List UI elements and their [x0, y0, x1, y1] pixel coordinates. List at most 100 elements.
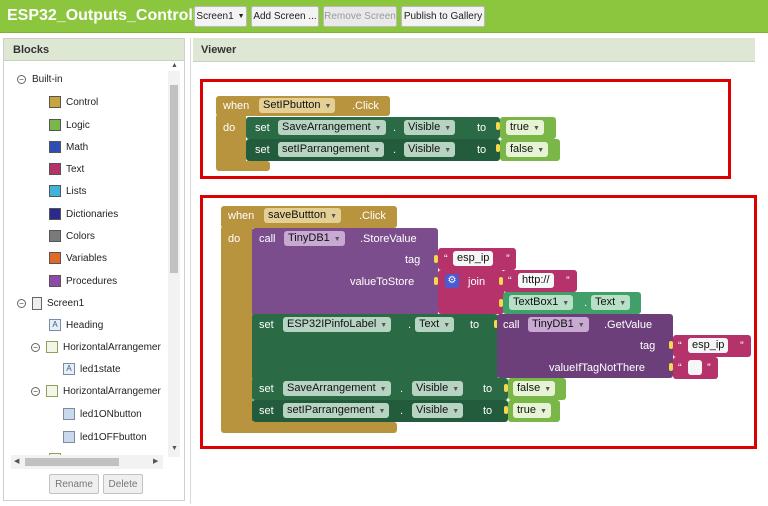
call-keyword: call — [259, 233, 276, 245]
chevron-down-icon: ▼ — [544, 386, 552, 393]
collapse-icon[interactable]: − — [31, 342, 40, 352]
tree-component-led1offbutton[interactable]: led1OFFbutton — [63, 428, 147, 446]
text-field-empty[interactable] — [688, 360, 702, 375]
blocks-vertical-scrollbar[interactable]: ▲ ▼ — [168, 62, 180, 457]
text-field-esp-ip[interactable]: esp_ip — [453, 251, 494, 266]
tree-item-procedures[interactable]: Procedures — [49, 272, 117, 290]
do-keyword: do — [223, 122, 236, 134]
collapse-icon[interactable]: − — [17, 74, 26, 84]
event-block-footer — [216, 161, 270, 171]
text-field-http[interactable]: http:// — [518, 273, 554, 288]
tree-component-heading[interactable]: A Heading — [49, 316, 103, 334]
component-dropdown-tinydb1[interactable]: TinyDB1 ▼ — [284, 231, 345, 246]
component-dropdown-savearrangement[interactable]: SaveArrangement ▼ — [278, 120, 386, 135]
lists-color-swatch — [49, 185, 61, 197]
chevron-down-icon: ▼ — [532, 125, 540, 132]
tree-item-label: Logic — [66, 119, 90, 131]
tree-item-label: Procedures — [66, 275, 118, 287]
call-keyword: call — [503, 319, 520, 331]
viewer-header: Viewer — [193, 38, 755, 62]
tree-item-variables[interactable]: Variables — [49, 249, 107, 267]
tree-component-label: HorizontalArrangemer — [63, 385, 161, 397]
value-if-tag-not-there-label: valueIfTagNotThere — [549, 362, 645, 374]
screen-select-dropdown[interactable]: Screen1 ▼ — [194, 6, 247, 27]
delete-button[interactable]: Delete — [103, 474, 143, 494]
vertical-scroll-thumb[interactable] — [170, 85, 178, 273]
boolean-dropdown-true[interactable]: true ▼ — [506, 120, 544, 135]
component-dropdown-savearrangement[interactable]: SaveArrangement ▼ — [283, 381, 391, 396]
blocks-horizontal-scrollbar[interactable]: ◀ ▶ — [11, 455, 163, 469]
set-keyword: set — [259, 383, 274, 395]
chevron-down-icon: ▼ — [452, 386, 460, 393]
arrangement-icon — [46, 385, 58, 397]
text-color-swatch — [49, 163, 61, 175]
scroll-up-icon[interactable]: ▲ — [171, 62, 178, 69]
scroll-down-icon[interactable]: ▼ — [171, 445, 178, 452]
colors-color-swatch — [49, 230, 61, 242]
component-dropdown-setiparrangement[interactable]: setIParrangement ▼ — [283, 403, 390, 418]
tree-screen1[interactable]: − Screen1 — [17, 294, 84, 312]
add-screen-button[interactable]: Add Screen ... — [251, 6, 319, 27]
set-keyword: set — [255, 122, 270, 134]
scroll-left-icon[interactable]: ◀ — [14, 457, 19, 465]
property-dropdown-visible[interactable]: Visible ▼ — [404, 120, 456, 135]
when-keyword: when — [228, 210, 255, 222]
event-name: .Click — [352, 100, 379, 112]
tree-component-led1state[interactable]: A led1state — [63, 360, 121, 378]
tree-item-label: Variables — [66, 252, 107, 264]
component-dropdown-esp32ipinfolabel[interactable]: ESP32IPinfoLabel ▼ — [283, 317, 392, 332]
tree-component-horizontal-arrangement-2[interactable]: − HorizontalArrangemer — [31, 382, 161, 400]
panel-divider[interactable] — [190, 38, 191, 504]
boolean-dropdown-false[interactable]: false ▼ — [506, 142, 549, 157]
chevron-down-icon: ▼ — [324, 103, 332, 110]
scroll-right-icon[interactable]: ▶ — [153, 457, 158, 465]
boolean-dropdown-true[interactable]: true ▼ — [513, 403, 551, 418]
tree-item-math[interactable]: Math — [49, 138, 88, 156]
component-dropdown-setipbutton[interactable]: SetIPbutton ▼ — [259, 98, 336, 113]
tag-socket-label: tag — [640, 340, 656, 352]
property-dropdown-text[interactable]: Text ▼ — [415, 317, 455, 332]
boolean-dropdown-false[interactable]: false ▼ — [513, 381, 556, 396]
remove-screen-button[interactable]: Remove Screen — [323, 6, 397, 27]
chevron-down-icon: ▼ — [378, 408, 386, 415]
rename-button[interactable]: Rename — [49, 474, 99, 494]
event-block-body — [221, 226, 253, 432]
label-icon: A — [63, 363, 75, 375]
tree-item-control[interactable]: Control — [49, 93, 98, 111]
dropdown-label: saveButtton — [268, 209, 327, 221]
tree-item-logic[interactable]: Logic — [49, 116, 90, 134]
property-dropdown-text[interactable]: Text ▼ — [591, 295, 631, 310]
blocks-tree: − Built-in Control Logic Math Text Lists… — [4, 62, 168, 458]
text-field-esp-ip[interactable]: esp_ip — [688, 338, 729, 353]
tree-builtin[interactable]: − Built-in — [17, 70, 63, 88]
component-dropdown-setiparrangement[interactable]: setIParrangement ▼ — [278, 142, 385, 157]
text-value: esp_ip — [457, 252, 490, 264]
property-dropdown-visible[interactable]: Visible ▼ — [412, 403, 464, 418]
dropdown-label: SaveArrangement — [282, 121, 371, 133]
tree-item-label: Dictionaries — [66, 208, 119, 220]
property-dropdown-visible[interactable]: Visible ▼ — [412, 381, 464, 396]
collapse-icon[interactable]: − — [31, 386, 40, 396]
horizontal-scroll-thumb[interactable] — [25, 458, 119, 466]
tree-component-label: led1state — [80, 363, 121, 375]
dropdown-label: SaveArrangement — [287, 382, 376, 394]
chevron-down-icon: ▼ — [373, 147, 381, 154]
gear-icon[interactable]: ⚙ — [445, 274, 459, 288]
chevron-down-icon: ▼ — [539, 408, 547, 415]
component-dropdown-savebutton[interactable]: saveButtton ▼ — [264, 208, 342, 223]
chevron-down-icon: ▼ — [562, 300, 570, 307]
publish-to-gallery-button[interactable]: Publish to Gallery — [401, 6, 485, 27]
tag-socket-label: tag — [405, 254, 421, 266]
tree-item-label: Colors — [66, 230, 95, 242]
tree-component-led1onbutton[interactable]: led1ONbutton — [63, 405, 142, 423]
tree-item-lists[interactable]: Lists — [49, 182, 87, 200]
tree-item-colors[interactable]: Colors — [49, 227, 95, 245]
component-dropdown-tinydb1[interactable]: TinyDB1 ▼ — [528, 317, 589, 332]
component-dropdown-textbox1[interactable]: TextBox1 ▼ — [509, 295, 574, 310]
collapse-icon[interactable]: − — [17, 298, 26, 308]
tree-item-dictionaries[interactable]: Dictionaries — [49, 205, 118, 223]
property-dropdown-visible[interactable]: Visible ▼ — [404, 142, 456, 157]
text-value: http:// — [522, 274, 550, 286]
tree-item-text[interactable]: Text — [49, 160, 84, 178]
tree-component-horizontal-arrangement-1[interactable]: − HorizontalArrangemer — [31, 338, 161, 356]
